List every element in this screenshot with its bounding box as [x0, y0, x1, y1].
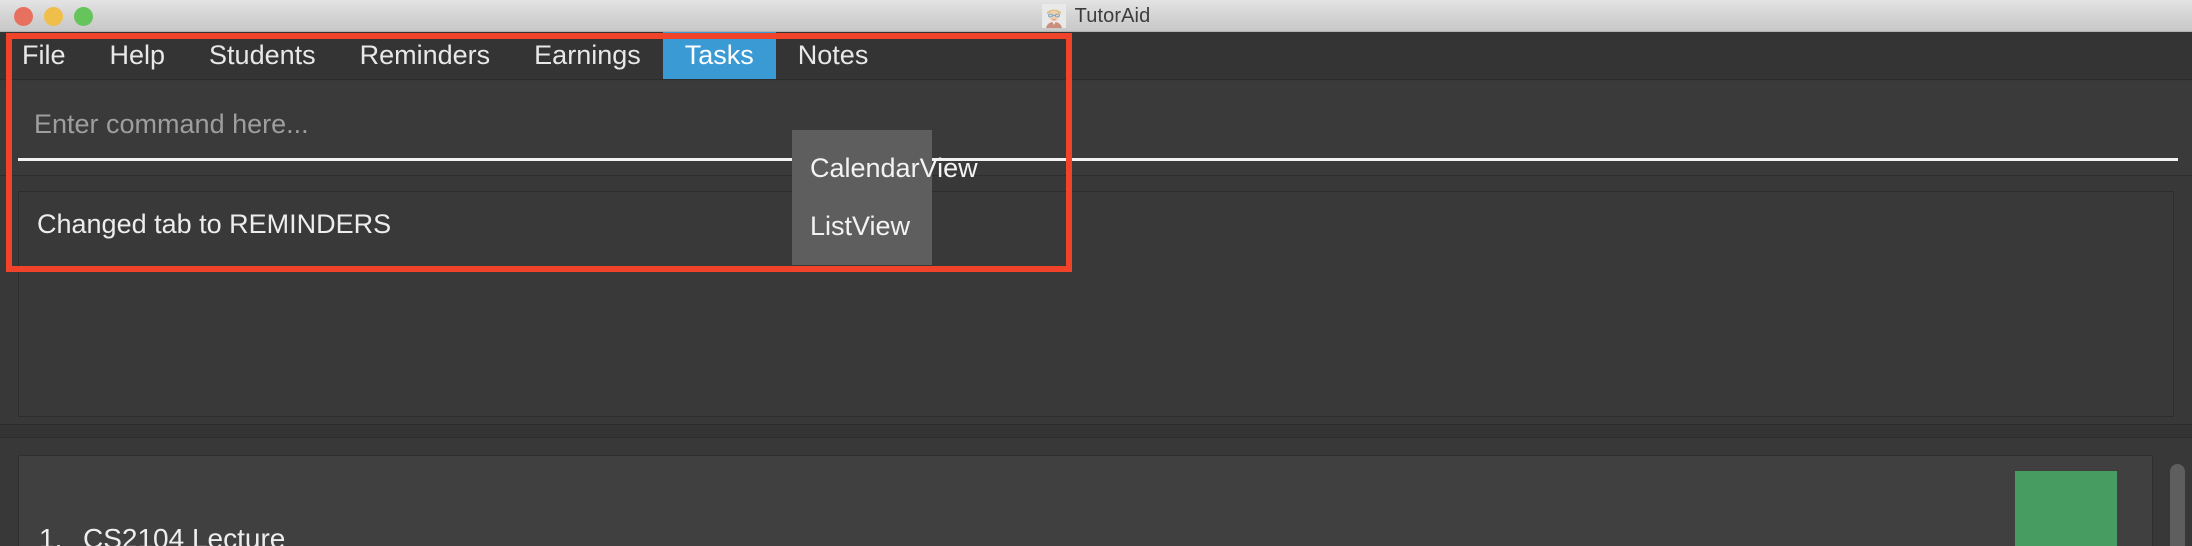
task-list-pane: 1.CS2104 Lecture 09/10/2018 13:00 - 10/1…	[0, 439, 2192, 546]
menu-item-help[interactable]: Help	[88, 32, 188, 79]
list-item[interactable]: 1.CS2104 Lecture 09/10/2018 13:00 - 10/1…	[19, 456, 2152, 546]
menu-bar: File Help Students Reminders Earnings Ta…	[0, 32, 2192, 80]
menu-item-tasks[interactable]: Tasks	[662, 32, 776, 79]
window-title: TutorAid	[1074, 4, 1151, 27]
application-window: TutorAid File Help Students Reminders Ea…	[0, 0, 2192, 546]
menu-option-calendarview[interactable]: CalendarView	[792, 140, 978, 198]
menu-item-notes[interactable]: Notes	[776, 32, 891, 79]
scrollbar-thumb[interactable]	[2170, 464, 2185, 546]
command-input[interactable]	[18, 101, 2178, 161]
menu-item-file[interactable]: File	[0, 32, 88, 79]
window-titlebar: TutorAid	[0, 0, 2192, 32]
result-display-box: Changed tab to REMINDERS	[18, 191, 2174, 417]
menu-item-earnings[interactable]: Earnings	[512, 32, 663, 79]
tasks-dropdown-menu: CalendarView ListView	[792, 130, 978, 266]
task-name: CS2104 Lecture	[83, 523, 286, 546]
task-list-scrollbar[interactable]	[2166, 439, 2188, 546]
window-body: File Help Students Reminders Earnings Ta…	[0, 32, 2192, 546]
tutor-avatar-icon	[1041, 4, 1066, 28]
result-message: Changed tab to REMINDERS	[37, 209, 392, 239]
result-display-area: Changed tab to REMINDERS	[0, 177, 2192, 422]
task-title-line: 1. CS2104 Lecture	[39, 523, 2152, 546]
task-index: 1.	[39, 523, 63, 546]
window-title-group: TutorAid	[0, 0, 2192, 32]
pane-divider[interactable]	[0, 424, 2192, 438]
menu-option-listview[interactable]: ListView	[792, 198, 932, 256]
menu-item-students[interactable]: Students	[187, 32, 338, 79]
task-status-badge: x	[2015, 471, 2117, 546]
task-list: 1.CS2104 Lecture 09/10/2018 13:00 - 10/1…	[18, 455, 2153, 546]
command-input-area	[0, 81, 2192, 176]
menu-item-reminders[interactable]: Reminders	[338, 32, 513, 79]
